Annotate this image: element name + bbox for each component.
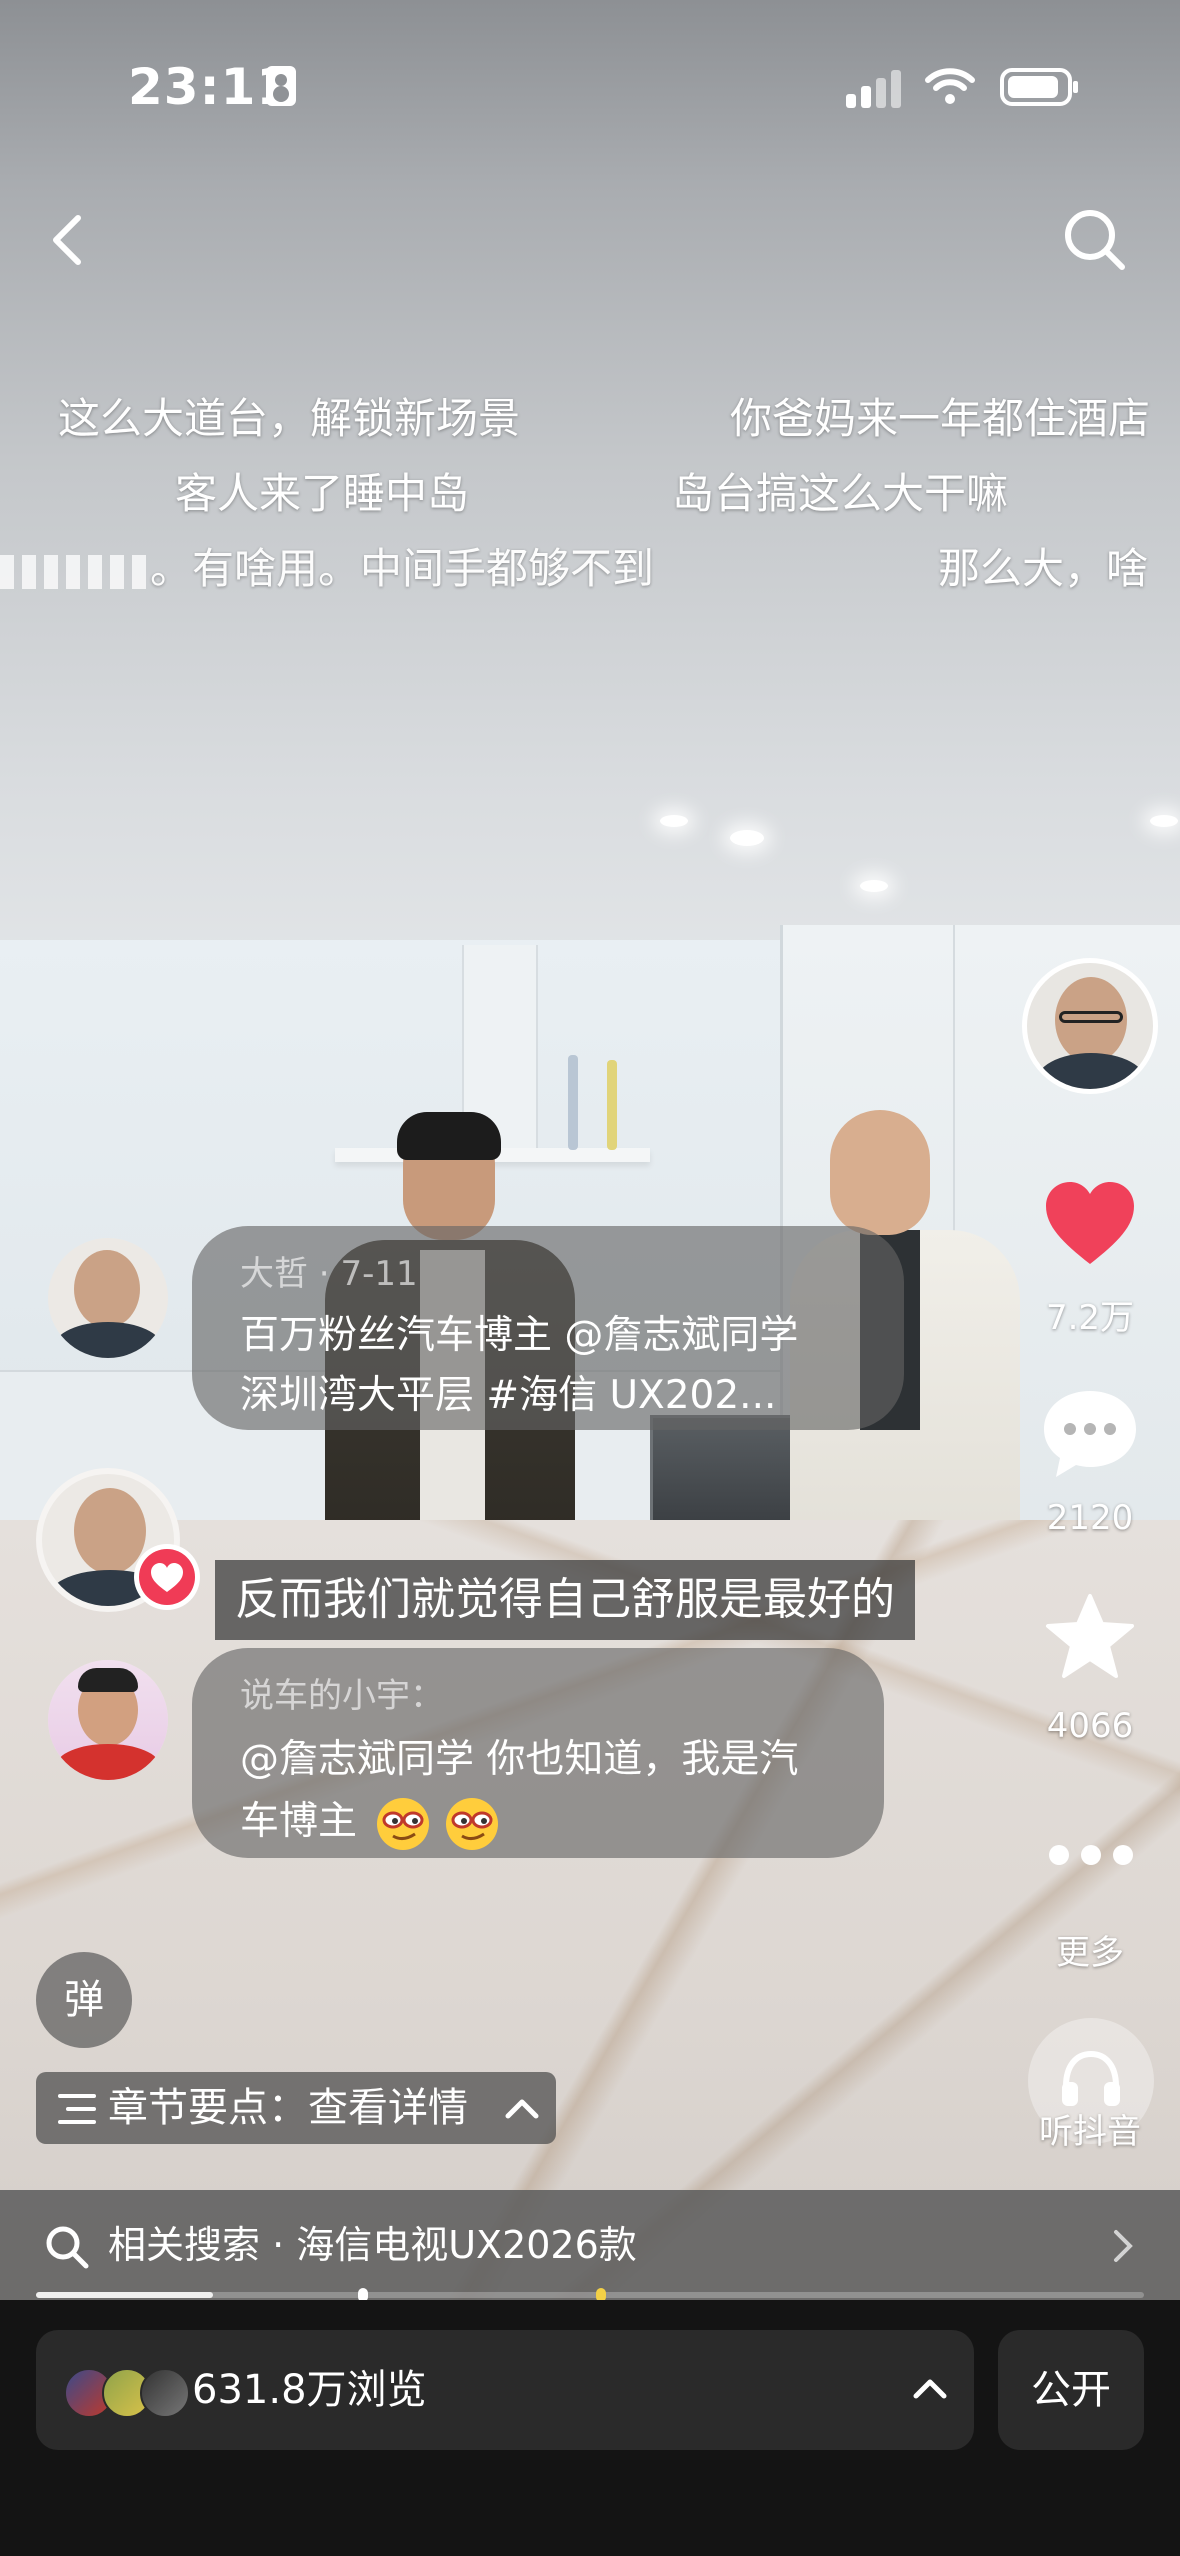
related-search-text: 相关搜索 · 海信电视UX2026款: [108, 2223, 637, 2267]
search-icon: [46, 2226, 89, 2269]
chevron-up-icon: [913, 2379, 947, 2399]
contact-badge-icon: [266, 66, 296, 106]
comment-line: @詹志斌同学 你也知道，我是汽: [240, 1737, 799, 1782]
avatar-shoulders: [1035, 1053, 1147, 1089]
listen-label: 听抖音: [1039, 2112, 1141, 2152]
ceiling-light: [660, 815, 688, 827]
candle: [607, 1060, 617, 1150]
danmaku-item: 岛台搞这么大干嘛: [672, 469, 1009, 518]
danmaku-item: 客人来了睡中岛: [175, 469, 470, 518]
comment-text: 车博主: [240, 1799, 358, 1844]
smirk-emoji-icon: [377, 1797, 430, 1850]
comment-author: 大哲: [240, 1254, 308, 1294]
video-progress-bar[interactable]: [36, 2288, 1144, 2302]
favorite-count: 4066: [1046, 1706, 1134, 1746]
search-button[interactable]: [1060, 205, 1130, 275]
viewer-avatar: [140, 2368, 190, 2418]
comment-date: 7-11: [340, 1254, 418, 1294]
glasses-icon: [1059, 1011, 1123, 1023]
smirk-emoji-icon: [445, 1797, 498, 1850]
danmaku-item: 这么大道台，解锁新场景: [58, 394, 521, 443]
obscured-text: [0, 554, 150, 589]
danmaku-text: 。有啥用。中间手都够不到: [150, 544, 655, 593]
danmaku-item: 你爸妈来一年都住酒店: [730, 394, 1151, 443]
battery-icon: [1000, 68, 1078, 106]
danmaku-item: 。有啥用。中间手都够不到: [0, 535, 654, 596]
views-button[interactable]: 631.8万浏览: [36, 2330, 974, 2450]
chapter-label: 章节要点：查看详情: [108, 2085, 468, 2131]
danmaku-toggle-button[interactable]: 弹: [36, 1952, 132, 2048]
comment-bubble[interactable]: 大哲 · 7-11 百万粉丝汽车博主 @詹志斌同学 深圳湾大平层 #海信 UX2…: [192, 1226, 904, 1430]
chapter-button[interactable]: 章节要点：查看详情: [36, 2072, 556, 2144]
more-label: 更多: [1056, 1933, 1124, 1973]
bottom-bar: 631.8万浏览 公开: [0, 2300, 1180, 2556]
public-button[interactable]: 公开: [998, 2330, 1144, 2450]
commenter-avatar[interactable]: [48, 1238, 168, 1358]
comment-button[interactable]: [1040, 1385, 1140, 1481]
commenter-avatar[interactable]: [48, 1660, 168, 1780]
headphones-icon: [1062, 2050, 1120, 2106]
comment-author: 说车的小宇：: [240, 1676, 444, 1716]
ceiling-light: [860, 880, 888, 892]
danmaku-item: 那么大，啥: [938, 544, 1149, 593]
related-search-bar[interactable]: 相关搜索 · 海信电视UX2026款: [0, 2190, 1180, 2300]
chevron-up-icon: [505, 2099, 539, 2119]
comment-line: 车博主: [240, 1790, 500, 1852]
ceiling-light: [1150, 815, 1178, 827]
like-button[interactable]: [1042, 1180, 1138, 1268]
like-count: 7.2万: [1045, 1298, 1135, 1338]
favorite-button[interactable]: [1044, 1592, 1136, 1682]
wifi-icon: [925, 68, 975, 104]
comment-line: 百万粉丝汽车博主 @詹志斌同学: [240, 1313, 799, 1358]
video-frame[interactable]: [0, 0, 1180, 2300]
comment-bubble[interactable]: 说车的小宇： @詹志斌同学 你也知道，我是汽 车博主: [192, 1648, 884, 1858]
list-icon: [58, 2094, 96, 2124]
follow-heart-icon[interactable]: [132, 1542, 202, 1612]
back-button[interactable]: [40, 210, 100, 270]
comment-count: 2120: [1046, 1498, 1134, 1538]
creator-avatar[interactable]: [1022, 958, 1158, 1094]
comment-line: 深圳湾大平层 #海信 UX202...: [240, 1373, 777, 1418]
highlighted-reply: 反而我们就觉得自己舒服是最好的: [215, 1560, 915, 1640]
progress-fill: [36, 2292, 214, 2298]
ceiling-light: [730, 830, 764, 846]
chevron-right-icon: [1114, 2230, 1133, 2262]
views-count: 631.8万浏览: [192, 2367, 427, 2413]
comment-meta: 大哲 · 7-11: [240, 1254, 418, 1294]
signal-icon: [846, 68, 906, 108]
more-button[interactable]: [1046, 1840, 1136, 1870]
